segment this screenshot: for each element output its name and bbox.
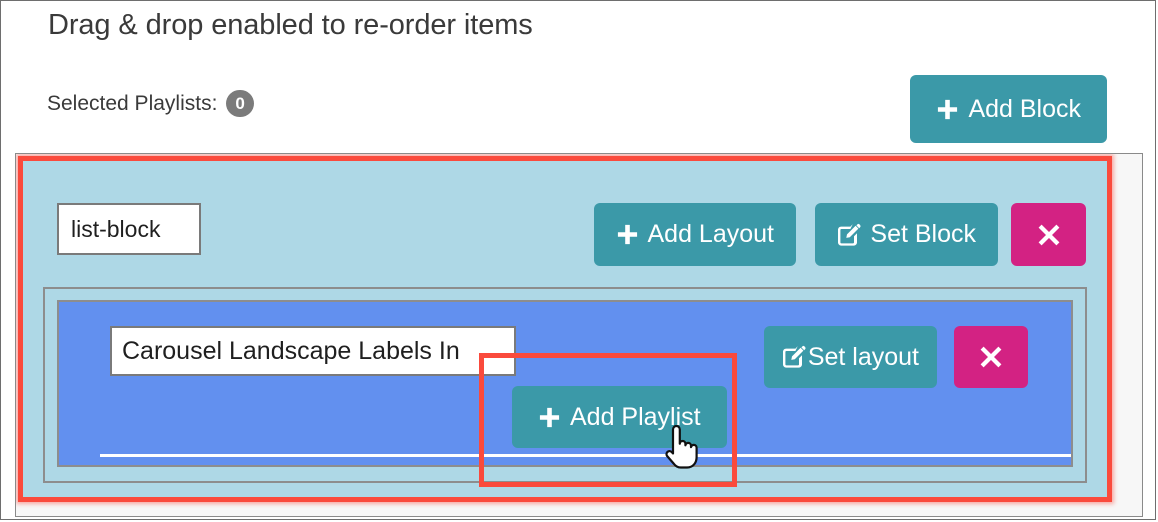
close-x-icon [979, 345, 1003, 369]
page-title: Drag & drop enabled to re-order items [48, 9, 533, 41]
add-block-button[interactable]: Add Block [910, 75, 1107, 143]
selected-playlists-row: Selected Playlists: 0 [47, 90, 254, 117]
set-layout-button[interactable]: Set layout [763, 326, 937, 388]
selected-playlists-label: Selected Playlists: [47, 91, 218, 115]
plus-icon [936, 98, 959, 121]
set-layout-label: Set layout [807, 342, 919, 371]
blocks-container: Add Layout Set Block [15, 153, 1143, 517]
layouts-container: Add Playlist Set layout [43, 287, 1087, 483]
add-layout-label: Add Layout [647, 220, 775, 248]
block-name-input[interactable] [57, 203, 201, 255]
delete-layout-button[interactable] [954, 326, 1028, 388]
playlists-divider [100, 454, 1071, 457]
block-header: Add Layout Set Block [23, 161, 1107, 279]
close-x-icon [1037, 223, 1061, 247]
block-item[interactable]: Add Layout Set Block [18, 156, 1112, 502]
edit-square-icon [782, 345, 806, 369]
plus-icon [616, 223, 639, 246]
add-layout-button[interactable]: Add Layout [593, 203, 796, 266]
layout-item[interactable]: Add Playlist Set layout [57, 300, 1073, 467]
add-playlist-button[interactable]: Add Playlist [512, 386, 727, 448]
plus-icon [538, 406, 561, 429]
app-page: Drag & drop enabled to re-order items Se… [0, 0, 1156, 520]
layout-name-input[interactable] [110, 326, 516, 376]
edit-square-icon [837, 223, 861, 247]
set-block-button[interactable]: Set Block [815, 203, 998, 266]
add-playlist-label: Add Playlist [570, 402, 701, 431]
selected-playlists-count-badge: 0 [226, 90, 254, 117]
delete-block-button[interactable] [1011, 203, 1086, 266]
set-block-label: Set Block [870, 220, 976, 248]
add-block-label: Add Block [968, 94, 1081, 123]
